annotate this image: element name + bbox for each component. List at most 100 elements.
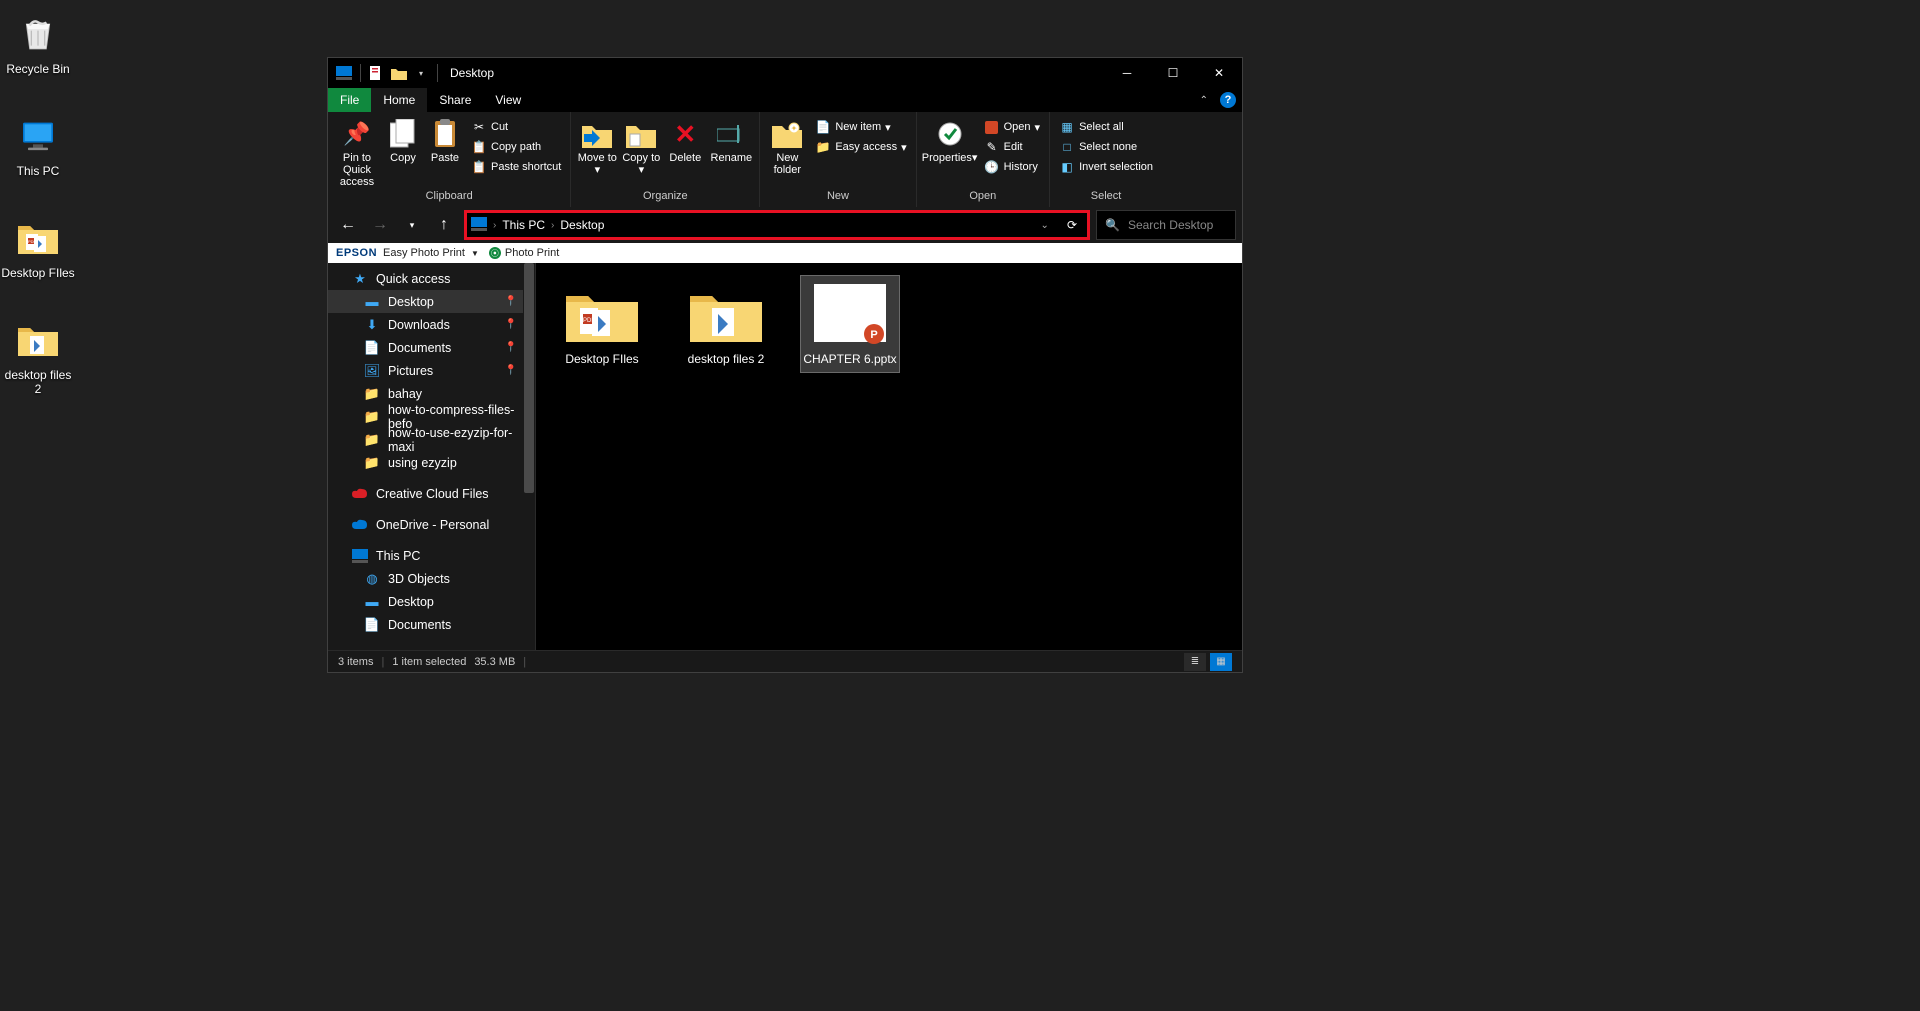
nav-this-pc[interactable]: This PC xyxy=(328,544,535,567)
navigation-pane: ★Quick access ▬Desktop📍 ⬇Downloads📍 📄Doc… xyxy=(328,263,536,650)
folder-icon: PDF xyxy=(14,214,62,262)
qat-dropdown-icon[interactable]: ▾ xyxy=(413,65,429,81)
address-dropdown-button[interactable]: ⌄ xyxy=(1035,220,1055,231)
address-bar[interactable]: ›This PC ›Desktop ⌄ ⟳ xyxy=(464,210,1090,240)
view-details-button[interactable]: ≣ xyxy=(1184,653,1206,671)
rename-button[interactable]: Rename xyxy=(709,114,753,164)
file-item-folder[interactable]: desktop files 2 xyxy=(676,275,776,373)
photo-print-button[interactable]: ⦿ Photo Print xyxy=(489,247,559,259)
nav-quick-access[interactable]: ★Quick access xyxy=(328,267,535,290)
status-selected-count: 1 item selected xyxy=(392,656,466,668)
move-to-button[interactable]: Move to ▾ xyxy=(577,114,617,176)
pptx-thumbnail: P xyxy=(810,282,890,346)
folder-icon: 📁 xyxy=(364,409,380,425)
nav-pinned-documents[interactable]: 📄Documents📍 xyxy=(328,336,535,359)
minimize-button[interactable]: ─ xyxy=(1104,58,1150,88)
new-item-button[interactable]: 📄New item ▾ xyxy=(812,118,909,136)
desktop-icon-label: Desktop FIles xyxy=(0,266,76,280)
rename-icon xyxy=(715,118,747,150)
cut-button[interactable]: ✂Cut xyxy=(468,118,564,136)
file-item-pptx[interactable]: P CHAPTER 6.pptx xyxy=(800,275,900,373)
refresh-button[interactable]: ⟳ xyxy=(1061,218,1083,232)
select-none-button[interactable]: □Select none xyxy=(1056,138,1156,156)
copy-path-button[interactable]: 📋Copy path xyxy=(468,138,564,156)
qat-folder-icon[interactable] xyxy=(391,65,407,81)
properties-button[interactable]: Properties▾ xyxy=(923,114,977,164)
help-button[interactable]: ? xyxy=(1214,92,1242,108)
file-label: Desktop FIles xyxy=(555,352,649,366)
edit-button[interactable]: ✎Edit xyxy=(981,138,1043,156)
nav-pinned-pictures[interactable]: 🖼Pictures📍 xyxy=(328,359,535,382)
file-list[interactable]: PDF Desktop FIles desktop files 2 P CHAP… xyxy=(536,263,1242,650)
cube-icon: ◍ xyxy=(364,571,380,587)
app-icon xyxy=(336,65,352,81)
nav-back-button[interactable]: ← xyxy=(334,211,362,239)
nav-recent-dropdown[interactable]: ▾ xyxy=(398,211,426,239)
nav-thispc-desktop[interactable]: ▬Desktop xyxy=(328,590,535,613)
desktop-icon-this-pc[interactable]: This PC xyxy=(0,112,76,178)
pictures-icon: 🖼 xyxy=(364,363,380,379)
nav-recent-folder[interactable]: 📁using ezyzip xyxy=(328,451,535,474)
new-item-icon: 📄 xyxy=(815,119,831,135)
nav-thispc-3d-objects[interactable]: ◍3D Objects xyxy=(328,567,535,590)
chevron-right-icon: › xyxy=(551,220,554,231)
nav-up-button[interactable]: ↑ xyxy=(430,211,458,239)
invert-selection-button[interactable]: ◧Invert selection xyxy=(1056,158,1156,176)
copy-to-button[interactable]: Copy to ▾ xyxy=(621,114,661,176)
new-folder-icon: ✦ xyxy=(771,118,803,150)
nav-recent-folder[interactable]: 📁how-to-use-ezyzip-for-maxi xyxy=(328,428,535,451)
tab-share[interactable]: Share xyxy=(427,88,483,112)
tab-file[interactable]: File xyxy=(328,88,371,112)
delete-button[interactable]: ✕ Delete xyxy=(665,114,705,164)
close-button[interactable]: ✕ xyxy=(1196,58,1242,88)
paste-button[interactable]: Paste xyxy=(426,114,464,164)
view-large-icons-button[interactable]: ▦ xyxy=(1210,653,1232,671)
minimize-ribbon-button[interactable]: ⌃ xyxy=(1194,95,1214,106)
breadcrumb-this-pc[interactable]: This PC xyxy=(502,218,545,232)
nav-creative-cloud[interactable]: Creative Cloud Files xyxy=(328,482,535,505)
edit-icon: ✎ xyxy=(984,139,1000,155)
select-all-button[interactable]: ▦Select all xyxy=(1056,118,1156,136)
search-icon: 🔍 xyxy=(1105,218,1120,232)
recycle-bin-icon xyxy=(14,10,62,58)
open-button[interactable]: Open ▾ xyxy=(981,118,1043,136)
qat-properties-icon[interactable] xyxy=(369,65,385,81)
easy-access-button[interactable]: 📁Easy access ▾ xyxy=(812,138,909,156)
tab-view[interactable]: View xyxy=(483,88,533,112)
address-row: ← → ▾ ↑ ›This PC ›Desktop ⌄ ⟳ 🔍 Search D… xyxy=(328,207,1242,243)
folder-icon: 📁 xyxy=(364,455,380,471)
copy-button[interactable]: Copy xyxy=(384,114,422,164)
select-all-icon: ▦ xyxy=(1059,119,1075,135)
maximize-button[interactable]: ☐ xyxy=(1150,58,1196,88)
scissors-icon: ✂ xyxy=(471,119,487,135)
breadcrumb-desktop[interactable]: Desktop xyxy=(560,218,604,232)
chevron-down-icon[interactable]: ▼ xyxy=(471,249,479,258)
desktop-icon-folder[interactable]: PDF Desktop FIles xyxy=(0,214,76,280)
copy-icon xyxy=(387,118,419,150)
nav-pinned-downloads[interactable]: ⬇Downloads📍 xyxy=(328,313,535,336)
navpane-scrollbar[interactable] xyxy=(523,263,535,650)
select-none-icon: □ xyxy=(1059,139,1075,155)
documents-icon: 📄 xyxy=(364,617,380,633)
new-folder-button[interactable]: ✦ New folder xyxy=(766,114,808,176)
desktop-icon-folder[interactable]: desktop files 2 xyxy=(0,316,76,396)
desktop-icon-recycle-bin[interactable]: Recycle Bin xyxy=(0,10,76,76)
paste-shortcut-button[interactable]: 📋Paste shortcut xyxy=(468,158,564,176)
desktop-icon-label: Recycle Bin xyxy=(0,62,76,76)
nav-onedrive[interactable]: OneDrive - Personal xyxy=(328,513,535,536)
pin-icon: 📌 xyxy=(341,118,373,150)
ribbon-group-clipboard: 📌 Pin to Quick access Copy Paste ✂Cut 📋C… xyxy=(328,112,571,207)
file-item-folder[interactable]: PDF Desktop FIles xyxy=(552,275,652,373)
nav-pinned-desktop[interactable]: ▬Desktop📍 xyxy=(328,290,535,313)
epson-toolbar: EPSON Easy Photo Print ▼ ⦿ Photo Print xyxy=(328,243,1242,263)
pin-icon: 📍 xyxy=(505,342,517,353)
nav-thispc-documents[interactable]: 📄Documents xyxy=(328,613,535,636)
pc-icon xyxy=(471,217,487,234)
tab-home[interactable]: Home xyxy=(371,88,427,112)
pin-quick-access-button[interactable]: 📌 Pin to Quick access xyxy=(334,114,380,188)
nav-forward-button[interactable]: → xyxy=(366,211,394,239)
search-input[interactable]: 🔍 Search Desktop xyxy=(1096,210,1236,240)
paste-icon xyxy=(429,118,461,150)
copy-to-icon xyxy=(625,118,657,150)
history-button[interactable]: 🕒History xyxy=(981,158,1043,176)
